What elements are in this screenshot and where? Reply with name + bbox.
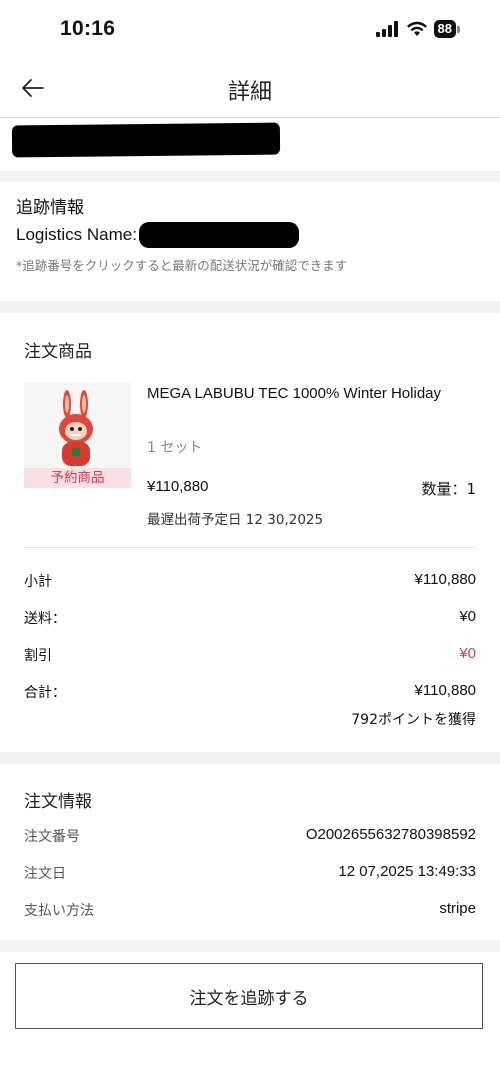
- battery-level: 88: [433, 20, 456, 38]
- points-earned: 792ポイントを獲得: [351, 712, 476, 728]
- section-divider: [0, 171, 500, 182]
- order-number-value: O2002655632780398592: [305, 826, 476, 843]
- order-date-value: 12 07,2025 13:49:33: [338, 863, 476, 880]
- preorder-badge: 予約商品: [24, 468, 131, 488]
- battery-icon: 88: [433, 20, 460, 38]
- nav-bar: 詳細: [0, 60, 500, 118]
- section-divider: [0, 752, 500, 764]
- product-quantity: 数量：1: [421, 480, 476, 498]
- tracking-hint: *追跡番号をクリックすると最新の配送状況が確認できます: [16, 258, 348, 273]
- payment-row: 支払い方法 stripe: [24, 900, 476, 920]
- subtotal-row: 小計 ¥110,880: [24, 571, 476, 591]
- status-time: 10:16: [60, 17, 116, 40]
- total-label: 合計：: [24, 685, 66, 701]
- product-item[interactable]: 予約商品 MEGA LABUBU TEC 1000% Winter Holida…: [24, 382, 476, 532]
- shipping-value: ¥0: [459, 608, 476, 625]
- status-icons: 88: [375, 20, 460, 38]
- ship-date: 最遅出荷予定日 12 30,2025: [147, 512, 324, 528]
- section-divider: [0, 940, 500, 952]
- subtotal-value: ¥110,880: [414, 571, 476, 588]
- payment-value: stripe: [439, 900, 476, 917]
- payment-label: 支払い方法: [24, 903, 94, 919]
- redacted-address: [11, 122, 281, 158]
- labubu-figure-image: [59, 390, 93, 466]
- track-order-button[interactable]: 注文を追跡する: [15, 963, 483, 1029]
- tracking-title: 追跡情報: [16, 198, 84, 218]
- logistics-label: Logistics Name:: [16, 225, 137, 244]
- wifi-icon: [406, 21, 427, 36]
- tracking-section: 追跡情報 Logistics Name: *追跡番号をクリックすると最新の配送状…: [16, 193, 484, 274]
- total-row: 合計： ¥110,880: [24, 682, 476, 702]
- shipping-label: 送料：: [24, 611, 66, 627]
- order-info-title: 注文情報: [24, 792, 92, 812]
- discount-row: 割引 ¥0: [24, 645, 476, 665]
- product-set: 1 セット: [147, 440, 203, 456]
- order-number-row: 注文番号 O2002655632780398592: [24, 826, 476, 846]
- discount-value: ¥0: [459, 645, 476, 662]
- product-price: ¥110,880: [147, 478, 209, 495]
- redacted-logistics-name: [138, 222, 299, 248]
- total-value: ¥110,880: [414, 682, 476, 699]
- signal-icon: [375, 21, 398, 37]
- points-row: 792ポイントを獲得: [24, 709, 476, 729]
- section-divider: [0, 301, 500, 313]
- order-number-label: 注文番号: [24, 829, 80, 845]
- page-title: 詳細: [227, 80, 272, 105]
- order-date-row: 注文日 12 07,2025 13:49:33: [24, 863, 476, 883]
- product-image: 予約商品: [24, 382, 131, 488]
- logistics-row[interactable]: Logistics Name:: [16, 222, 484, 248]
- products-title: 注文商品: [24, 342, 92, 362]
- order-date-label: 注文日: [24, 866, 66, 882]
- divider: [24, 547, 476, 548]
- discount-label: 割引: [24, 648, 52, 664]
- status-bar: 10:16 88: [0, 0, 500, 60]
- subtotal-label: 小計: [24, 574, 52, 590]
- shipping-row: 送料： ¥0: [24, 608, 476, 628]
- product-name[interactable]: MEGA LABUBU TEC 1000% Winter Holiday: [147, 382, 447, 406]
